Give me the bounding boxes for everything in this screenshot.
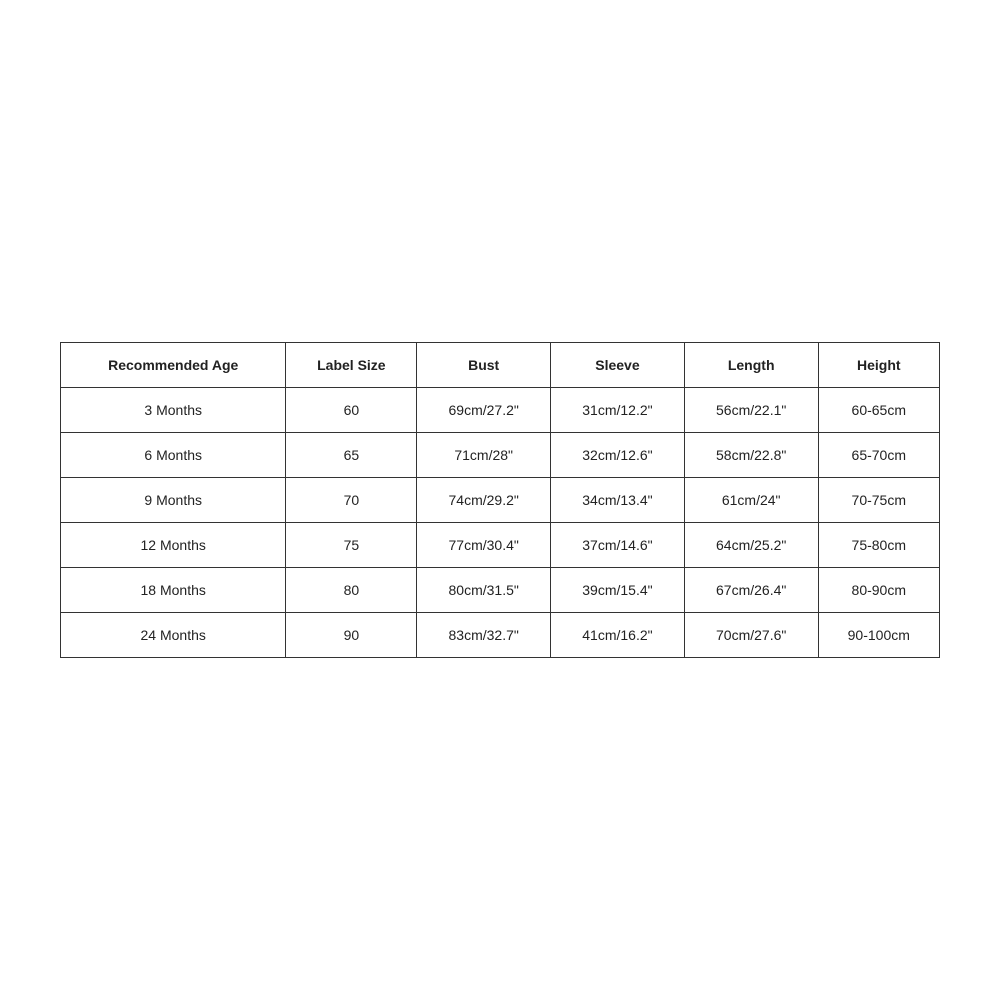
cell-age: 18 Months [61,568,286,613]
cell-label-size: 75 [286,523,417,568]
size-chart-table: Recommended Age Label Size Bust Sleeve L… [60,342,940,658]
cell-sleeve: 37cm/14.6" [551,523,685,568]
table-row: 9 Months7074cm/29.2"34cm/13.4"61cm/24"70… [61,478,940,523]
cell-length: 64cm/25.2" [684,523,818,568]
cell-age: 9 Months [61,478,286,523]
cell-age: 24 Months [61,613,286,658]
cell-label-size: 60 [286,388,417,433]
cell-bust: 74cm/29.2" [417,478,551,523]
header-height: Height [818,343,939,388]
cell-length: 56cm/22.1" [684,388,818,433]
cell-height: 65-70cm [818,433,939,478]
cell-length: 70cm/27.6" [684,613,818,658]
header-length: Length [684,343,818,388]
cell-bust: 77cm/30.4" [417,523,551,568]
cell-age: 6 Months [61,433,286,478]
table-header-row: Recommended Age Label Size Bust Sleeve L… [61,343,940,388]
cell-height: 70-75cm [818,478,939,523]
cell-bust: 71cm/28" [417,433,551,478]
cell-length: 61cm/24" [684,478,818,523]
cell-sleeve: 41cm/16.2" [551,613,685,658]
cell-bust: 69cm/27.2" [417,388,551,433]
cell-sleeve: 34cm/13.4" [551,478,685,523]
cell-length: 58cm/22.8" [684,433,818,478]
cell-height: 90-100cm [818,613,939,658]
cell-sleeve: 32cm/12.6" [551,433,685,478]
cell-height: 75-80cm [818,523,939,568]
header-sleeve: Sleeve [551,343,685,388]
table-row: 3 Months6069cm/27.2"31cm/12.2"56cm/22.1"… [61,388,940,433]
cell-label-size: 65 [286,433,417,478]
header-recommended-age: Recommended Age [61,343,286,388]
header-bust: Bust [417,343,551,388]
table-row: 12 Months7577cm/30.4"37cm/14.6"64cm/25.2… [61,523,940,568]
cell-length: 67cm/26.4" [684,568,818,613]
header-label-size: Label Size [286,343,417,388]
size-chart-container: Recommended Age Label Size Bust Sleeve L… [60,342,940,658]
cell-age: 3 Months [61,388,286,433]
table-row: 6 Months6571cm/28"32cm/12.6"58cm/22.8"65… [61,433,940,478]
cell-height: 80-90cm [818,568,939,613]
cell-height: 60-65cm [818,388,939,433]
cell-label-size: 80 [286,568,417,613]
cell-age: 12 Months [61,523,286,568]
cell-bust: 80cm/31.5" [417,568,551,613]
cell-bust: 83cm/32.7" [417,613,551,658]
cell-label-size: 90 [286,613,417,658]
table-row: 18 Months8080cm/31.5"39cm/15.4"67cm/26.4… [61,568,940,613]
table-row: 24 Months9083cm/32.7"41cm/16.2"70cm/27.6… [61,613,940,658]
cell-sleeve: 39cm/15.4" [551,568,685,613]
cell-label-size: 70 [286,478,417,523]
cell-sleeve: 31cm/12.2" [551,388,685,433]
